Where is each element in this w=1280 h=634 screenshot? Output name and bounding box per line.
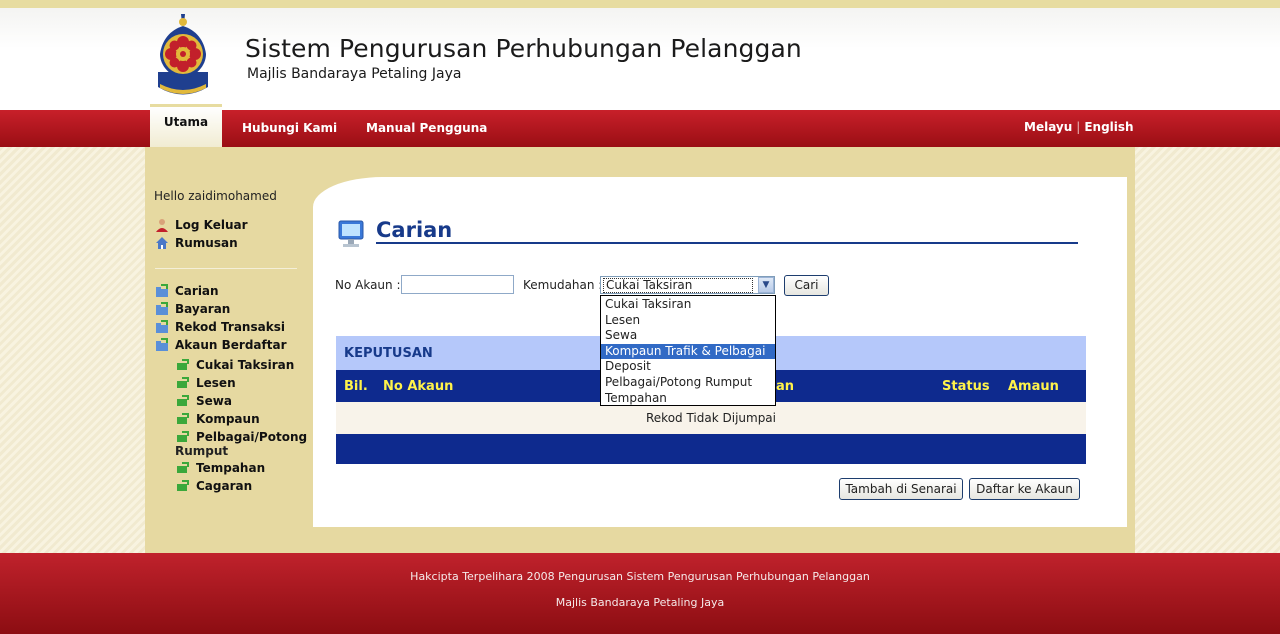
kemudahan-label: Kemudahan :: [523, 278, 603, 292]
user-icon: [156, 219, 168, 232]
lang-separator: |: [1076, 120, 1081, 134]
column-no-akaun: No Akaun: [383, 379, 454, 394]
dropdown-option[interactable]: Lesen: [601, 313, 775, 329]
sidebar-item-akaun-berdaftar[interactable]: Akaun Berdaftar: [155, 338, 287, 352]
kemudahan-select[interactable]: Cukai Taksiran: [600, 276, 775, 294]
tambah-di-senarai-button[interactable]: Tambah di Senarai: [839, 478, 963, 500]
page-title: Carian: [376, 218, 453, 242]
column-bil: Bil.: [344, 379, 368, 394]
results-heading: KEPUTUSAN: [344, 346, 433, 361]
dropdown-option-selected[interactable]: Kompaun Trafik & Pelbagai: [601, 343, 775, 360]
folder-green-icon: [177, 462, 189, 473]
sidebar-subitem-label: Tempahan: [196, 461, 266, 475]
sidebar-subitem-label: Kompaun: [196, 412, 260, 426]
greeting-text: Hello zaidimohamed: [154, 189, 277, 203]
sidebar-subitem-label: Pelbagai/Potong: [196, 430, 308, 444]
folder-green-icon: [177, 395, 189, 406]
footer-copyright: Hakcipta Terpelihara 2008 Pengurusan Sis…: [410, 570, 870, 583]
footer: [0, 553, 1280, 634]
sidebar-item-label: Log Keluar: [175, 218, 248, 232]
no-akaun-input[interactable]: [401, 275, 514, 294]
folder-green-icon: [177, 431, 189, 442]
sidebar-subitem-lesen[interactable]: Lesen: [176, 376, 236, 390]
lang-melayu-link[interactable]: Melayu: [1024, 120, 1072, 134]
dropdown-option[interactable]: Cukai Taksiran: [601, 297, 775, 313]
top-accent-strip: [0, 0, 1280, 8]
sidebar-item-bayaran[interactable]: Bayaran: [155, 302, 230, 316]
dropdown-option[interactable]: Tempahan: [601, 391, 775, 407]
site-subtitle: Majlis Bandaraya Petaling Jaya: [247, 66, 462, 82]
folder-green-icon: [177, 359, 189, 370]
folder-icon: [156, 302, 168, 315]
sidebar-subitem-tempahan[interactable]: Tempahan: [176, 461, 265, 475]
column-partial: an: [776, 379, 795, 394]
folder-green-icon: [177, 377, 189, 388]
footer-organization: Majlis Bandaraya Petaling Jaya: [555, 596, 725, 609]
computer-monitor-icon: [338, 220, 364, 247]
sidebar-item-label: Akaun Berdaftar: [175, 338, 287, 352]
sidebar-item-rekod-transaksi[interactable]: Rekod Transaksi: [155, 320, 285, 334]
nav-link-manual-pengguna[interactable]: Manual Pengguna: [366, 121, 487, 135]
sidebar-item-label: Rumusan: [175, 236, 238, 250]
kemudahan-dropdown-list: Cukai Taksiran Lesen Sewa Kompaun Trafik…: [600, 295, 776, 406]
sidebar-item-log-keluar[interactable]: Log Keluar: [155, 218, 248, 232]
sidebar-item-rumusan[interactable]: Rumusan: [155, 236, 238, 250]
column-status: Status: [942, 379, 990, 394]
sidebar-subitem-cukai-taksiran[interactable]: Cukai Taksiran: [176, 358, 294, 372]
column-amaun: Amaun: [1008, 379, 1059, 394]
sidebar-subitem-label: Sewa: [196, 394, 232, 408]
left-pattern: [0, 147, 145, 553]
sidebar-subitem-label-cont[interactable]: Rumput: [175, 444, 228, 458]
sidebar-subitem-sewa[interactable]: Sewa: [176, 394, 232, 408]
nav-link-hubungi-kami[interactable]: Hubungi Kami: [242, 121, 337, 135]
cari-button[interactable]: Cari: [784, 275, 829, 296]
sidebar-subitem-kompaun[interactable]: Kompaun: [176, 412, 260, 426]
sidebar-divider: [155, 268, 297, 269]
kemudahan-selected-value: Cukai Taksiran: [603, 278, 753, 293]
sidebar-item-carian[interactable]: Carian: [155, 284, 219, 298]
folder-icon: [156, 320, 168, 333]
panel-corner-curve: [313, 177, 383, 207]
home-icon: [156, 237, 168, 249]
sidebar-item-label: Rekod Transaksi: [175, 320, 285, 334]
folder-green-icon: [177, 413, 189, 424]
chevron-down-icon[interactable]: ▼: [758, 277, 774, 293]
dropdown-option[interactable]: Pelbagai/Potong Rumput: [601, 375, 775, 391]
sidebar-subitem-label: Cukai Taksiran: [196, 358, 295, 372]
dropdown-option[interactable]: Sewa: [601, 328, 775, 344]
folder-icon: [156, 338, 168, 351]
no-akaun-label: No Akaun :: [335, 278, 401, 292]
folder-green-icon: [177, 480, 189, 491]
table-footer: [336, 434, 1086, 464]
sidebar-item-label: Carian: [175, 284, 219, 298]
sidebar-item-label: Bayaran: [175, 302, 231, 316]
empty-results-text: Rekod Tidak Dijumpai: [645, 411, 776, 425]
sidebar-subitem-label: Lesen: [196, 376, 236, 390]
lang-english-link[interactable]: English: [1084, 120, 1133, 134]
right-pattern: [1135, 147, 1280, 553]
sidebar-subitem-cagaran[interactable]: Cagaran: [176, 479, 252, 493]
folder-icon: [156, 284, 168, 297]
nav-tab-utama[interactable]: Utama: [150, 104, 222, 147]
site-title: Sistem Pengurusan Perhubungan Pelanggan: [245, 34, 802, 63]
sidebar-subitem-pelbagai[interactable]: Pelbagai/Potong: [176, 430, 307, 444]
title-underline: [376, 242, 1078, 244]
daftar-ke-akaun-button[interactable]: Daftar ke Akaun: [969, 478, 1080, 500]
dropdown-option[interactable]: Deposit: [601, 359, 775, 375]
language-switcher: Melayu | English: [1024, 120, 1134, 134]
mbpj-logo-icon: [158, 14, 208, 95]
sidebar-subitem-label: Cagaran: [196, 479, 253, 493]
